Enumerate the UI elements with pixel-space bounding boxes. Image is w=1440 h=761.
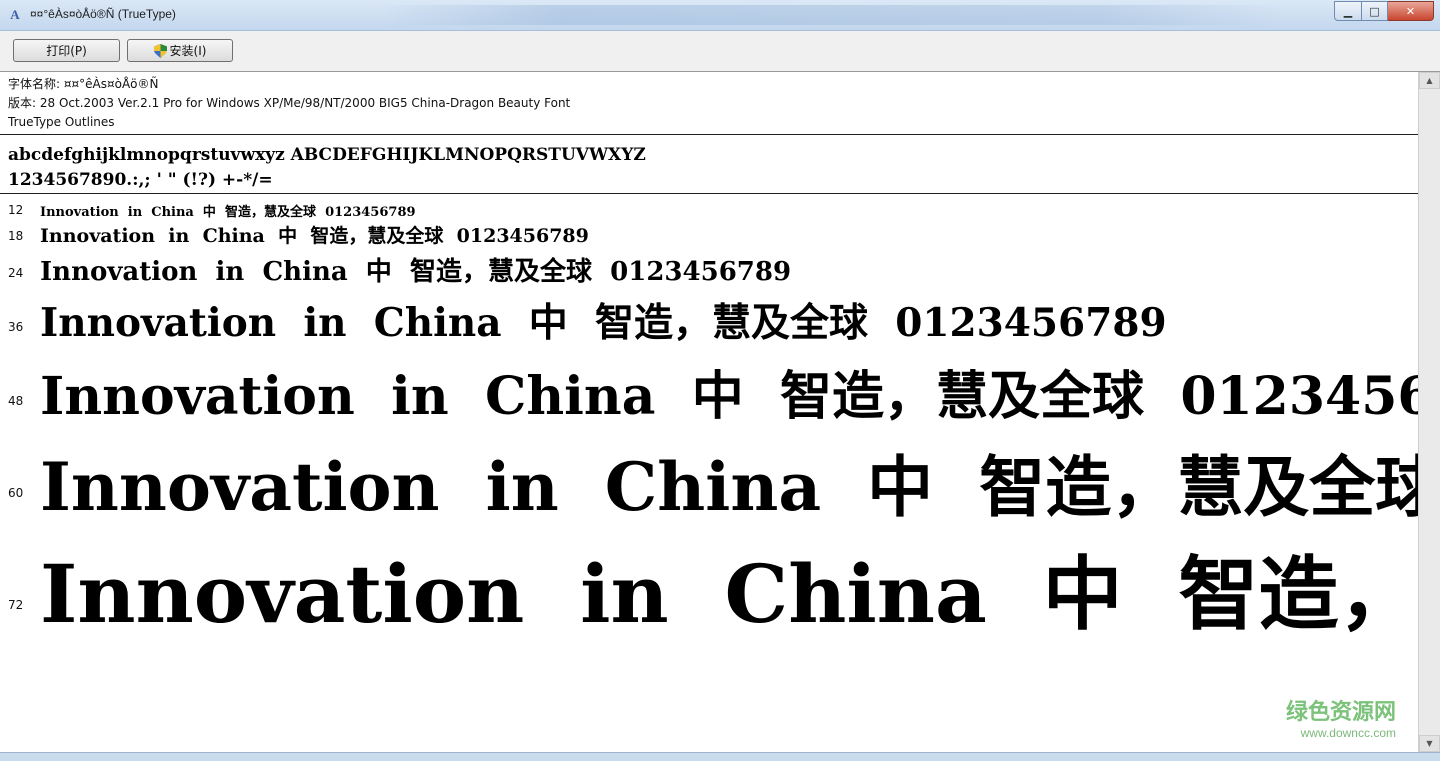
close-button[interactable]: ✕ (1388, 1, 1434, 21)
sample-size-label: 60 (8, 486, 24, 500)
sample-row-72: 72 Innovation in China 中 智造，慧及全球 0123456… (0, 530, 1418, 642)
sample-size-label: 18 (8, 229, 24, 243)
toolbar: 打印(P) 安装(I) (0, 31, 1440, 72)
sample-text: Innovation in China 中 智造，慧及全球 0123456789 (40, 448, 1418, 524)
sample-text: Innovation in China 中 智造，慧及全球 0123456789 (40, 257, 792, 287)
maximize-button[interactable]: □ (1362, 1, 1388, 21)
sample-size-label: 12 (8, 203, 24, 217)
font-app-icon: A (10, 7, 20, 22)
sample-row-36: 36 Innovation in China 中 智造，慧及全球 0123456… (0, 292, 1418, 348)
install-button-label: 安装(I) (169, 44, 207, 58)
sample-size-label: 72 (8, 598, 24, 612)
watermark-url: www.downcc.com (1300, 726, 1396, 740)
background-taskbar-ghost (380, 5, 1280, 25)
print-button[interactable]: 打印(P) (13, 39, 120, 62)
font-name-line: 字体名称: ¤¤°êÀs¤òÅö®Ñ (8, 77, 159, 91)
watermark: 绿色资源网 www.downcc.com (1286, 700, 1396, 740)
font-preview-pane: 字体名称: ¤¤°êÀs¤òÅö®Ñ 版本: 28 Oct.2003 Ver.2… (0, 72, 1418, 752)
print-button-label: 打印(P) (46, 44, 87, 58)
window-controls: ▁ □ ✕ (1334, 1, 1434, 21)
window-title: ¤¤°êÀs¤òÅö®Ñ (TrueType) (30, 7, 176, 21)
sample-row-48: 48 Innovation in China 中 智造，慧及全球 0123456… (0, 354, 1418, 428)
sample-text: Innovation in China 中 智造，慧及全球 0123456789 (40, 300, 1167, 346)
scroll-down-arrow[interactable]: ▼ (1419, 735, 1440, 752)
font-type-line: TrueType Outlines (8, 115, 115, 129)
sample-text: Innovation in China 中 智造，慧及全球 0123456789 (40, 366, 1418, 427)
font-version-line: 版本: 28 Oct.2003 Ver.2.1 Pro for Windows … (8, 96, 571, 110)
font-info: 字体名称: ¤¤°êÀs¤òÅö®Ñ 版本: 28 Oct.2003 Ver.2… (8, 75, 570, 132)
maximize-icon: □ (1369, 4, 1380, 18)
sample-row-18: 18 Innovation in China 中 智造，慧及全球 0123456… (0, 220, 1418, 248)
sample-text: Innovation in China 中 智造，慧及全球 0123456789 (40, 547, 1418, 641)
close-icon: ✕ (1405, 4, 1416, 18)
sample-size-label: 24 (8, 266, 24, 280)
watermark-brand: 绿色资源网 (1285, 700, 1396, 725)
charset-letters: abcdefghijklmnopqrstuvwxyz ABCDEFGHIJKLM… (8, 145, 646, 165)
uac-shield-icon (153, 43, 167, 58)
scroll-up-arrow[interactable]: ▲ (1419, 72, 1440, 89)
install-button[interactable]: 安装(I) (127, 39, 233, 62)
sample-size-label: 36 (8, 320, 24, 334)
sample-size-label: 48 (8, 394, 24, 408)
charset-digits-symbols: 1234567890.:,; ' " (!?) +-*/= (8, 170, 273, 190)
sample-text: Innovation in China 中 智造，慧及全球 0123456789 (40, 205, 416, 220)
vertical-scrollbar[interactable]: ▲ ▼ (1418, 72, 1440, 752)
sample-row-60: 60 Innovation in China 中 智造，慧及全球 0123456… (0, 434, 1418, 524)
minimize-button[interactable]: ▁ (1334, 1, 1362, 21)
minimize-icon: ▁ (1343, 4, 1353, 18)
sample-text: Innovation in China 中 智造，慧及全球 0123456789 (40, 225, 589, 247)
sample-row-24: 24 Innovation in China 中 智造，慧及全球 0123456… (0, 250, 1418, 288)
sample-row-12: 12 Innovation in China 中 智造，慧及全球 0123456… (0, 200, 1418, 220)
title-bar[interactable]: A ¤¤°êÀs¤òÅö®Ñ (TrueType) ▁ □ ✕ (0, 0, 1440, 31)
charset-preview: abcdefghijklmnopqrstuvwxyz ABCDEFGHIJKLM… (8, 143, 646, 193)
divider (0, 193, 1418, 194)
divider (0, 134, 1418, 135)
